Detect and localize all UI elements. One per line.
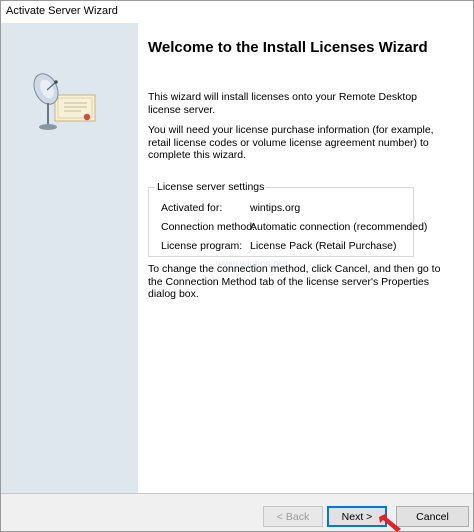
info-text: You will need your license purchase info… [148,124,434,161]
settings-label: License program: [161,240,243,252]
settings-value: Automatic connection (recommended) [250,221,428,233]
settings-value: wintips.org [250,202,301,214]
settings-label: Activated for: [161,202,223,214]
window-title: Activate Server Wizard [6,5,118,17]
license-server-settings-group: License server settings Activated for: w… [148,181,427,257]
title-bar[interactable]: Activate Server Wizard [1,1,473,23]
wizard-side-panel [1,23,138,493]
red-arrow-icon [379,513,401,532]
settings-group-legend: License server settings [155,181,267,193]
footer-separator [1,493,473,494]
cancel-button[interactable]: Cancel [396,506,469,527]
intro-text: This wizard will install licenses onto y… [148,91,418,116]
wizard-content: Welcome to the Install Licenses Wizard T… [138,23,473,493]
satellite-dish-certificate-icon [33,73,96,130]
note-text: To change the connection method, click C… [148,263,441,300]
settings-label: Connection method: [161,221,255,233]
settings-value: License Pack (Retail Purchase) [250,240,397,252]
back-button[interactable]: < Back [263,506,323,527]
page-title: Welcome to the Install Licenses Wizard [148,39,428,56]
wizard-window: Activate Server Wizard Welcome to the In… [0,0,474,532]
